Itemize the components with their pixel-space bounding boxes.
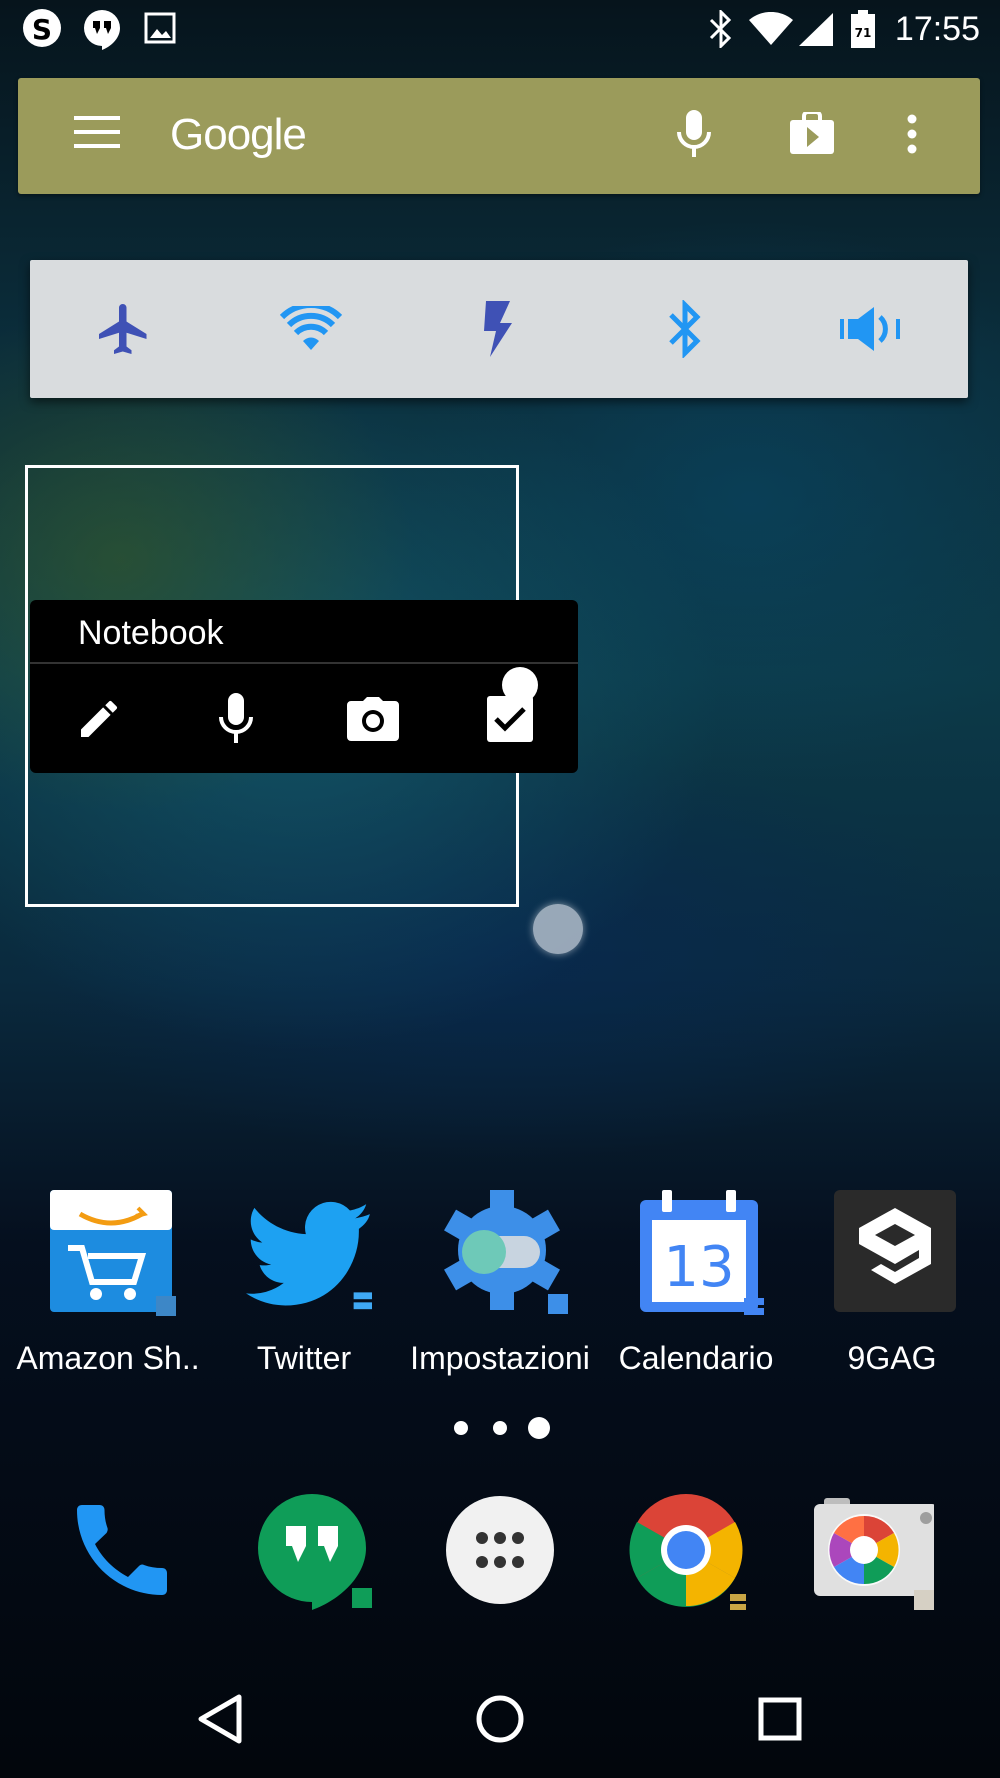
hangouts-notification-icon — [82, 8, 122, 50]
recents-button[interactable] — [720, 1660, 840, 1778]
app-amazon-shopping[interactable]: Amazon Sh.. — [10, 1190, 206, 1380]
quick-settings-widget — [30, 260, 968, 398]
photo-note-button[interactable] — [304, 664, 441, 773]
dock-hangouts[interactable] — [252, 1490, 372, 1610]
cell-signal-icon — [798, 12, 834, 46]
mic-icon — [218, 692, 254, 745]
back-button[interactable] — [160, 1660, 280, 1778]
dock-phone[interactable] — [62, 1490, 182, 1610]
wifi-icon — [748, 12, 794, 46]
svg-text:S: S — [32, 13, 52, 46]
app-label: 9GAG — [847, 1340, 937, 1376]
status-bar: S 71 17:55 — [0, 0, 1000, 56]
new-note-button[interactable] — [30, 664, 167, 773]
flashlight-toggle[interactable] — [404, 260, 591, 398]
amazon-shopping-icon — [50, 1190, 176, 1316]
recents-icon — [758, 1697, 802, 1741]
checkbox-icon — [486, 695, 533, 742]
app-impostazioni[interactable]: Impostazioni — [402, 1190, 598, 1380]
navigation-bar — [0, 1660, 1000, 1778]
home-button[interactable] — [440, 1660, 560, 1778]
touch-indicator — [533, 904, 583, 954]
dock-camera[interactable] — [814, 1490, 934, 1610]
play-store-icon[interactable] — [790, 112, 834, 154]
app-9gag[interactable]: 9GAG — [794, 1190, 990, 1380]
app-twitter[interactable]: Twitter — [206, 1190, 402, 1380]
phone-icon — [62, 1490, 182, 1610]
app-calendario[interactable]: 13 Calendario — [598, 1190, 794, 1380]
volume-icon — [839, 305, 904, 353]
chrome-icon — [626, 1490, 746, 1610]
menu-icon[interactable] — [74, 114, 120, 150]
calendar-icon: 13 — [638, 1190, 764, 1316]
app-label: Amazon Sh.. — [16, 1340, 200, 1376]
volume-toggle[interactable] — [778, 260, 965, 398]
pencil-icon — [75, 695, 123, 743]
google-logo[interactable]: Google — [170, 110, 307, 160]
svg-text:71: 71 — [855, 26, 872, 40]
bluetooth-icon — [665, 300, 705, 358]
image-notification-icon — [144, 12, 176, 44]
app-label: Calendario — [618, 1340, 774, 1376]
camera-icon — [346, 696, 399, 741]
wifi-toggle[interactable] — [217, 260, 404, 398]
voice-note-button[interactable] — [167, 664, 304, 773]
notebook-widget[interactable]: Notebook — [30, 600, 578, 773]
notebook-title[interactable]: Notebook — [78, 614, 224, 653]
page-dot-active[interactable] — [528, 1417, 550, 1439]
resize-handle[interactable] — [502, 667, 538, 703]
airplane-icon — [94, 299, 154, 359]
camera-icon — [814, 1490, 934, 1610]
google-search-bar[interactable]: Google — [18, 78, 980, 194]
back-icon — [197, 1694, 243, 1744]
battery-icon: 71 — [850, 10, 876, 48]
calendar-date: 13 — [663, 1235, 734, 1300]
hangouts-icon — [252, 1490, 372, 1610]
home-icon — [475, 1694, 525, 1744]
dock-chrome[interactable] — [626, 1490, 746, 1610]
bluetooth-icon — [707, 10, 735, 48]
dock-app-drawer[interactable] — [440, 1490, 560, 1610]
9gag-icon — [834, 1190, 960, 1316]
skype-icon: S — [20, 8, 64, 48]
app-label: Twitter — [256, 1340, 352, 1376]
page-dot[interactable] — [493, 1421, 507, 1435]
page-dot[interactable] — [454, 1421, 468, 1435]
bluetooth-toggle[interactable] — [591, 260, 778, 398]
airplane-mode-toggle[interactable] — [30, 260, 217, 398]
twitter-icon — [246, 1190, 372, 1316]
settings-icon — [442, 1190, 568, 1316]
flash-icon — [480, 301, 516, 357]
app-drawer-icon — [440, 1490, 560, 1610]
status-time: 17:55 — [894, 10, 980, 48]
overflow-menu-icon[interactable] — [906, 114, 918, 154]
app-label: Impostazioni — [410, 1340, 590, 1376]
mic-icon[interactable] — [676, 110, 712, 160]
wifi-icon — [279, 306, 342, 352]
